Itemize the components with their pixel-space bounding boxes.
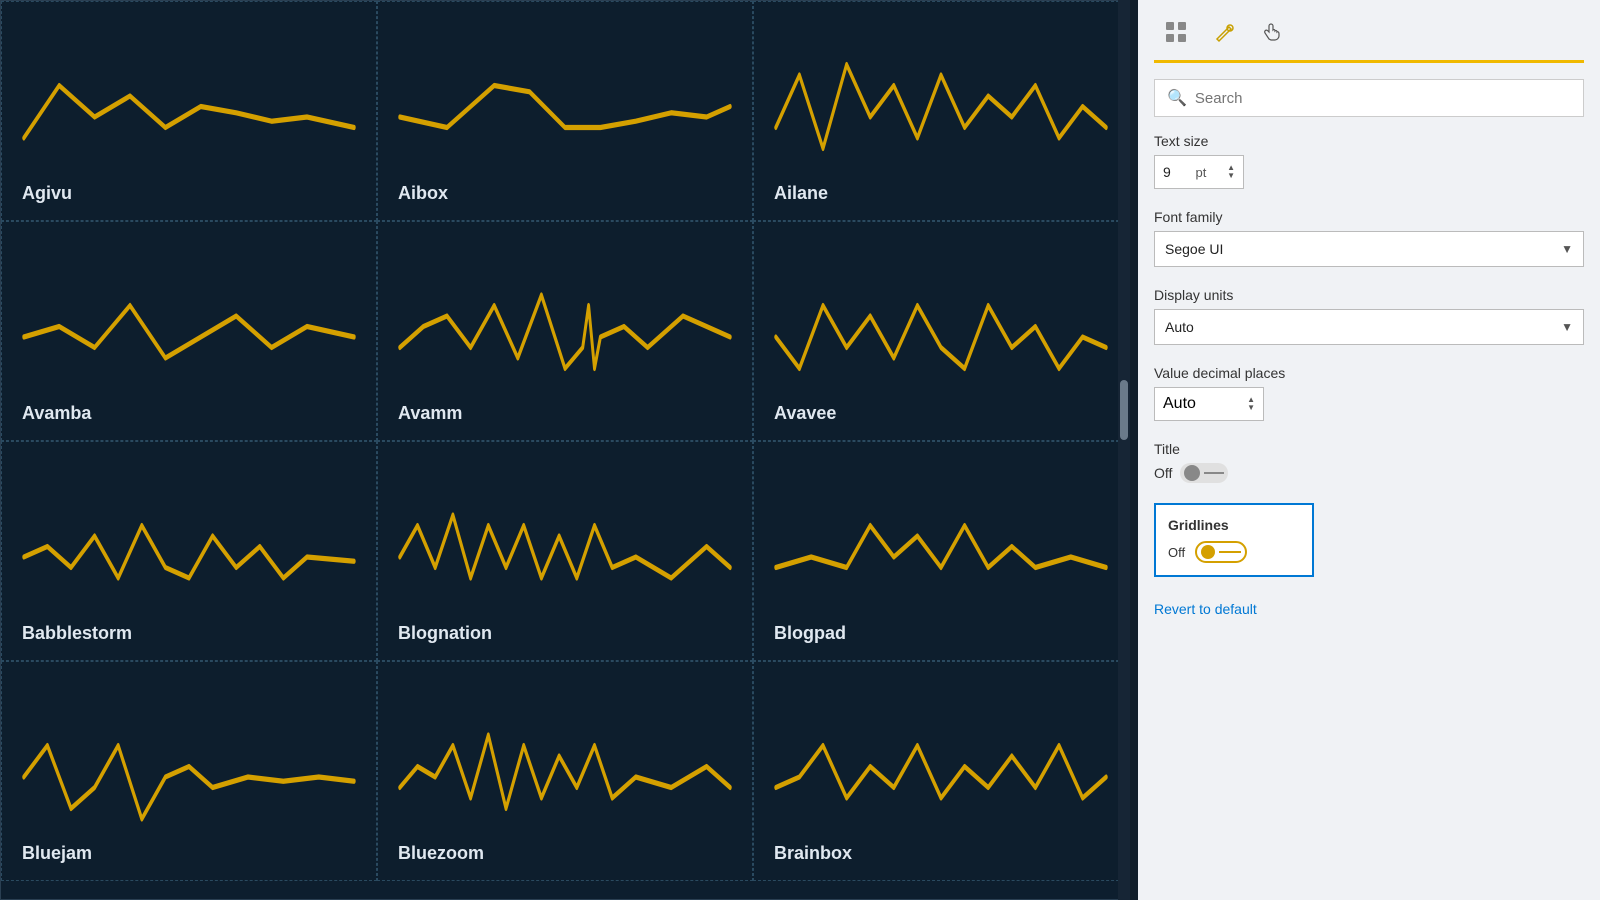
sparkline-label-bluejam: Bluejam bbox=[22, 843, 376, 864]
sparkline-cell-bluezoom[interactable]: Bluezoom bbox=[377, 661, 753, 881]
title-toggle-circle bbox=[1184, 465, 1200, 481]
text-size-spinners[interactable]: ▲ ▼ bbox=[1227, 164, 1235, 180]
title-toggle[interactable] bbox=[1180, 463, 1228, 483]
decimal-down[interactable]: ▼ bbox=[1247, 404, 1255, 412]
sparkline-label-avamm: Avamm bbox=[398, 403, 752, 424]
decimal-places-section: Value decimal places Auto ▲ ▼ bbox=[1154, 365, 1584, 421]
text-size-control[interactable]: 9 pt ▲ ▼ bbox=[1154, 155, 1244, 189]
sparkline-cell-avamm[interactable]: Avamm bbox=[377, 221, 753, 441]
decimal-places-spinner[interactable]: Auto ▲ ▼ bbox=[1154, 387, 1264, 421]
settings-panel: 🔍 Text size 9 pt ▲ ▼ Font family Segoe U… bbox=[1138, 0, 1600, 900]
text-size-label: Text size bbox=[1154, 133, 1584, 149]
sparkline-label-babblestorm: Babblestorm bbox=[22, 623, 376, 644]
title-toggle-row: Off bbox=[1154, 463, 1584, 483]
font-family-label: Font family bbox=[1154, 209, 1584, 225]
decimal-places-label: Value decimal places bbox=[1154, 365, 1584, 381]
search-icon: 🔍 bbox=[1167, 88, 1187, 108]
gridlines-toggle[interactable] bbox=[1195, 541, 1247, 563]
title-toggle-dash bbox=[1204, 472, 1224, 474]
sparkline-label-avavee: Avavee bbox=[774, 403, 1128, 424]
decimal-spinners[interactable]: ▲ ▼ bbox=[1247, 396, 1255, 412]
pt-label: pt bbox=[1196, 165, 1207, 180]
decimal-places-value: Auto bbox=[1163, 395, 1196, 413]
display-units-value: Auto bbox=[1165, 319, 1194, 335]
text-size-section: Text size 9 pt ▲ ▼ bbox=[1154, 133, 1584, 189]
sparkline-cell-avavee[interactable]: Avavee bbox=[753, 221, 1129, 441]
sparkline-label-blognation: Blognation bbox=[398, 623, 752, 644]
revert-default-link[interactable]: Revert to default bbox=[1154, 601, 1584, 617]
panel-icon-row bbox=[1154, 12, 1584, 63]
display-units-section: Display units Auto ▼ bbox=[1154, 287, 1584, 345]
text-size-down[interactable]: ▼ bbox=[1227, 172, 1235, 180]
sparkline-label-aibox: Aibox bbox=[398, 183, 752, 204]
display-units-dropdown[interactable]: Auto ▼ bbox=[1154, 309, 1584, 345]
sparkline-cell-agivu[interactable]: Agivu bbox=[1, 1, 377, 221]
sparkline-label-blogpad: Blogpad bbox=[774, 623, 1128, 644]
title-section: Title Off bbox=[1154, 441, 1584, 483]
sparkline-cell-ailane[interactable]: Ailane bbox=[753, 1, 1129, 221]
sparkline-cell-babblestorm[interactable]: Babblestorm bbox=[1, 441, 377, 661]
title-label: Title bbox=[1154, 441, 1584, 457]
gridlines-toggle-dash bbox=[1219, 551, 1241, 553]
sparkline-label-avamba: Avamba bbox=[22, 403, 376, 424]
text-size-value: 9 bbox=[1163, 164, 1171, 180]
search-box[interactable]: 🔍 bbox=[1154, 79, 1584, 117]
font-family-value: Segoe UI bbox=[1165, 241, 1223, 257]
hand-view-icon[interactable] bbox=[1250, 12, 1294, 52]
gridlines-box: Gridlines Off bbox=[1154, 503, 1314, 577]
gridlines-title: Gridlines bbox=[1168, 517, 1300, 533]
sparkline-cell-brainbox[interactable]: Brainbox bbox=[753, 661, 1129, 881]
main-chart-area: Agivu Aibox Ailane Avamba Avamm Avavee Babbles… bbox=[0, 0, 1130, 900]
display-units-arrow: ▼ bbox=[1561, 320, 1573, 334]
title-toggle-label: Off bbox=[1154, 465, 1172, 481]
search-input[interactable] bbox=[1195, 90, 1571, 107]
scrollbar-track[interactable] bbox=[1118, 0, 1130, 900]
sparkline-label-brainbox: Brainbox bbox=[774, 843, 1128, 864]
sparkline-label-bluezoom: Bluezoom bbox=[398, 843, 752, 864]
gridlines-toggle-label: Off bbox=[1168, 545, 1185, 560]
brush-view-icon[interactable] bbox=[1202, 12, 1246, 52]
panel-divider bbox=[1130, 0, 1138, 900]
gridlines-toggle-circle bbox=[1201, 545, 1215, 559]
sparkline-cell-avamba[interactable]: Avamba bbox=[1, 221, 377, 441]
sparkline-cell-blognation[interactable]: Blognation bbox=[377, 441, 753, 661]
sparkline-label-ailane: Ailane bbox=[774, 183, 1128, 204]
font-family-section: Font family Segoe UI ▼ bbox=[1154, 209, 1584, 267]
grid-view-icon[interactable] bbox=[1154, 12, 1198, 52]
sparkline-grid: Agivu Aibox Ailane Avamba Avamm Avavee Babbles… bbox=[0, 0, 1130, 900]
display-units-label: Display units bbox=[1154, 287, 1584, 303]
gridlines-toggle-row: Off bbox=[1168, 541, 1300, 563]
font-family-arrow: ▼ bbox=[1561, 242, 1573, 256]
font-family-dropdown[interactable]: Segoe UI ▼ bbox=[1154, 231, 1584, 267]
sparkline-cell-blogpad[interactable]: Blogpad bbox=[753, 441, 1129, 661]
sparkline-label-agivu: Agivu bbox=[22, 183, 376, 204]
sparkline-cell-bluejam[interactable]: Bluejam bbox=[1, 661, 377, 881]
sparkline-cell-aibox[interactable]: Aibox bbox=[377, 1, 753, 221]
